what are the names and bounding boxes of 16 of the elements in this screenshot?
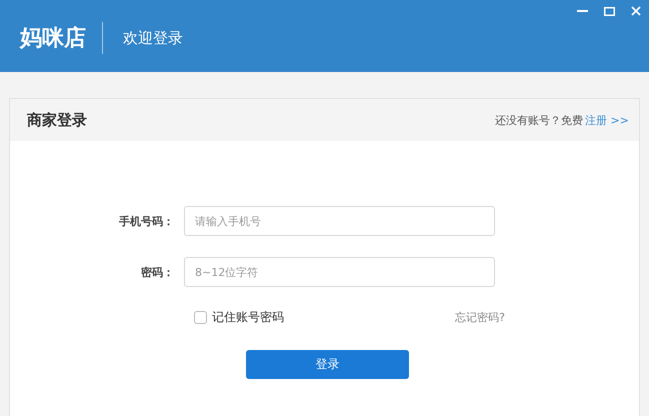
register-prompt: 还没有账号？免费 注册 >> <box>495 112 629 128</box>
maximize-icon[interactable] <box>604 6 615 16</box>
input-field[interactable]: 请输入手机号 <box>184 206 495 236</box>
close-icon[interactable] <box>631 6 641 16</box>
register-link[interactable]: 注册 >> <box>585 114 629 126</box>
field-label: 手机号码： <box>118 214 175 228</box>
welcome-text: 欢迎登录 <box>123 28 183 48</box>
remember-label: 记住账号密码 <box>212 309 284 326</box>
login-button[interactable]: 登录 <box>246 350 409 379</box>
minimize-icon[interactable] <box>577 10 588 12</box>
remember-checkbox[interactable] <box>194 311 207 324</box>
forgot-password-link[interactable]: 忘记密码? <box>455 310 505 325</box>
input-field[interactable]: 8~12位字符 <box>184 257 495 287</box>
panel-title: 商家登录 <box>27 110 87 130</box>
field-label: 密码： <box>140 264 175 280</box>
app-logo: 妈咪店 <box>20 24 86 53</box>
